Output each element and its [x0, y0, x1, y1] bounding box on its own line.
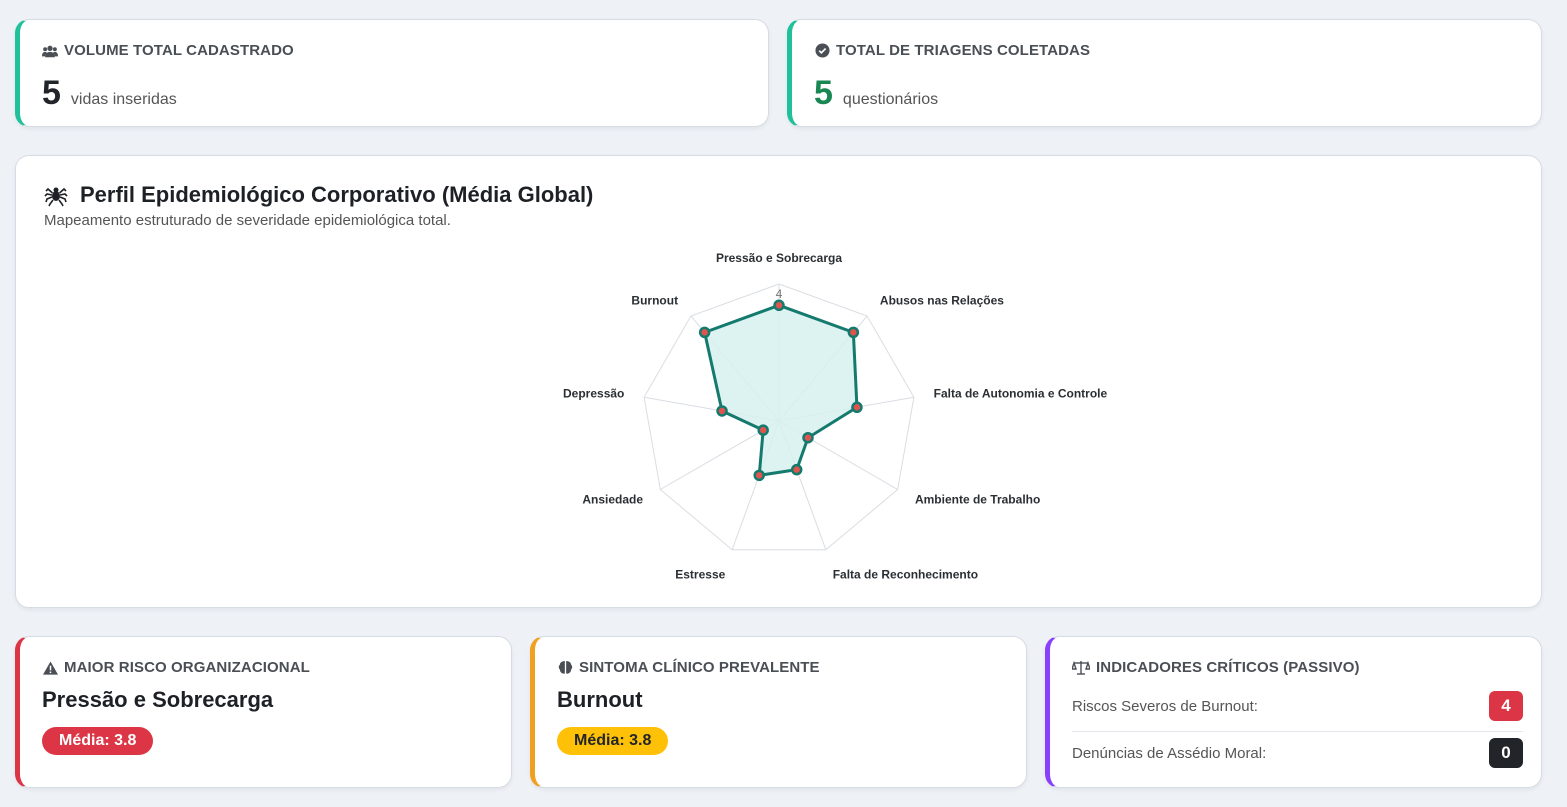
radar-point — [851, 401, 863, 414]
indicators-card: INDICADORES CRÍTICOS (PASSIVO) Riscos Se… — [1045, 636, 1542, 788]
kpi-triagens-card: TOTAL DE TRIAGENS COLETADAS 5 questionár… — [787, 19, 1542, 127]
kpi-triagens-unit: questionários — [842, 91, 939, 108]
indicator-label-burnout: Riscos Severos de Burnout: — [1072, 697, 1258, 715]
indicator-row-burnout: Riscos Severos de Burnout: 4 — [1072, 691, 1523, 721]
radar-category-label: Abusos nas Relações — [880, 294, 1004, 308]
radar-point — [773, 299, 785, 312]
kpi-volume-title: VOLUME TOTAL CADASTRADO — [64, 42, 294, 59]
indicators-title: INDICADORES CRÍTICOS (PASSIVO) — [1096, 659, 1360, 676]
warning-icon — [42, 660, 58, 676]
radar-category-label: Ambiente de Trabalho — [915, 493, 1040, 507]
radar-point — [716, 405, 728, 417]
kpi-volume-card: VOLUME TOTAL CADASTRADO 5 vidas inserida… — [15, 19, 769, 127]
radar-point — [802, 431, 814, 444]
kpi-volume-unit: vidas inseridas — [70, 91, 177, 108]
radar-category-label: Pressão e Sobrecarga — [716, 251, 842, 265]
risk-badge: Média: 3.8 — [42, 727, 154, 755]
users-icon — [42, 43, 58, 59]
risk-card: MAIOR RISCO ORGANIZACIONAL Pressão e Sob… — [15, 636, 512, 788]
indicator-value-burnout: 4 — [1489, 691, 1523, 721]
kpi-volume-row: 5 vidas inseridas — [42, 76, 177, 110]
indicators-divider — [1072, 731, 1523, 732]
indicator-value-assedio: 0 — [1489, 738, 1523, 768]
radar-point — [698, 326, 711, 339]
profile-card: Perfil Epidemiológico Corporativo (Média… — [15, 155, 1542, 608]
check-circle-icon — [814, 43, 830, 59]
indicators-title-row: INDICADORES CRÍTICOS (PASSIVO) — [1072, 659, 1360, 676]
symptom-name: Burnout — [557, 687, 643, 712]
symptom-title-row: SINTOMA CLÍNICO PREVALENTE — [557, 659, 820, 676]
radar-point — [757, 424, 769, 436]
kpi-triagens-value: 5 — [814, 74, 833, 112]
risk-title-row: MAIOR RISCO ORGANIZACIONAL — [42, 659, 310, 676]
symptom-badge: Média: 3.8 — [557, 727, 669, 755]
kpi-triagens-title: TOTAL DE TRIAGENS COLETADAS — [836, 42, 1091, 59]
risk-title: MAIOR RISCO ORGANIZACIONAL — [64, 659, 310, 676]
radar-category-label: Estresse — [675, 568, 725, 582]
radar-category-label: Falta de Autonomia e Controle — [934, 387, 1108, 401]
kpi-volume-value: 5 — [42, 74, 61, 112]
radar-point — [790, 463, 803, 476]
radar-point — [753, 469, 765, 482]
radar-chart: 4 Pressão e Sobrecarga Abusos nas Relações… — [563, 251, 1108, 582]
symptom-title: SINTOMA CLÍNICO PREVALENTE — [579, 659, 820, 676]
radar-series-area — [703, 303, 859, 477]
brain-icon — [557, 660, 573, 676]
radar-category-label: Depressão — [563, 387, 624, 401]
indicator-label-assedio: Denúncias de Assédio Moral: — [1072, 744, 1267, 762]
kpi-triagens-title-row: TOTAL DE TRIAGENS COLETADAS — [814, 42, 1090, 59]
indicator-row-assedio: Denúncias de Assédio Moral: 0 — [1072, 738, 1523, 768]
radar-point — [847, 326, 860, 339]
kpi-triagens-row: 5 questionários — [814, 76, 938, 110]
kpi-volume-title-row: VOLUME TOTAL CADASTRADO — [42, 42, 294, 59]
risk-name: Pressão e Sobrecarga — [42, 687, 274, 712]
radar-category-label: Falta de Reconhecimento — [833, 568, 978, 582]
radar-tick-label: 4 — [776, 287, 783, 301]
radar-category-label: Ansiedade — [582, 493, 643, 507]
scale-icon — [1072, 660, 1090, 676]
symptom-card: SINTOMA CLÍNICO PREVALENTE Burnout Média… — [530, 636, 1027, 788]
radar-category-label: Burnout — [631, 294, 678, 308]
